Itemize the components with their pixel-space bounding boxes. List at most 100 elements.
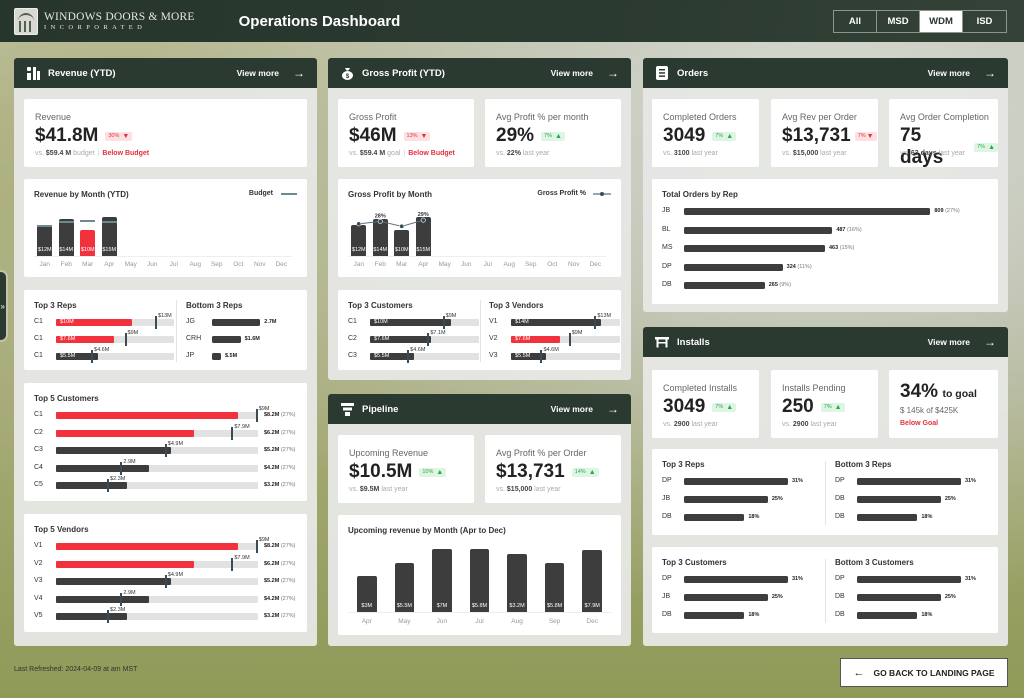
value-label: 31%: [964, 576, 976, 582]
bar: [212, 336, 241, 343]
bottom-reps-list: JG 2.7M CRH $1.6M JP $.5M: [186, 318, 301, 366]
back-to-landing-button[interactable]: ← GO BACK TO LANDING PAGE: [840, 658, 1008, 687]
month-label: May: [438, 261, 451, 268]
bar: [684, 514, 745, 521]
completed-installs-kpi-card: Completed Installs 3049 7% ▲ vs. 2900 las…: [652, 370, 759, 438]
row-label: DB: [835, 593, 845, 600]
percent-point: [420, 217, 426, 223]
revenue-panel: Revenue (YTD) View more → Revenue $41.8M…: [14, 58, 317, 646]
filter-all[interactable]: All: [834, 11, 877, 32]
arrow-right-icon[interactable]: →: [607, 66, 619, 80]
filter-isd[interactable]: ISD: [963, 11, 1006, 32]
top-customers-list: C1 $10M $9M C2 $7.6M $7.1M C3 $5.5M $4.6M: [348, 313, 479, 366]
value-label: 25%: [771, 496, 783, 502]
kpi-value: $10.5M: [349, 461, 413, 482]
bar: [684, 245, 825, 252]
row-label: DB: [662, 611, 672, 618]
bar: [857, 612, 918, 619]
arrow-right-icon[interactable]: →: [984, 66, 996, 80]
value-label: 2.7M: [264, 319, 277, 325]
bottom-reps-title: Bottom 3 Reps: [186, 301, 243, 310]
bar: [857, 594, 941, 601]
gross-profit-panel: $ Gross Profit (YTD) View more → Gross P…: [328, 58, 631, 380]
value-label: $8.2M (27%): [264, 412, 296, 418]
installs-view-more-link[interactable]: View more: [928, 337, 970, 347]
top-customers-list: DP 31% JB 25% DB 18%: [662, 575, 822, 629]
top-vendors-list: V1 $14M $13M V2 $7.6M $9M V3 $5.5M $4.6M: [489, 313, 620, 366]
company-logo[interactable]: WINDOWS DOORS & MORE INCORPORATED: [14, 6, 195, 36]
pipeline-panel-header: Pipeline View more →: [328, 394, 631, 424]
bar-track: $4.9M: [56, 572, 258, 588]
kpi-label: Revenue: [35, 112, 72, 122]
month-bar: $5.5M: [394, 562, 415, 612]
bar-fill: [56, 464, 150, 472]
revenue-view-more-link[interactable]: View more: [237, 68, 279, 78]
divider: [825, 461, 826, 525]
month-bar: $12M: [37, 224, 53, 256]
top-vendors-title: Top 5 Vendors: [34, 525, 89, 534]
bar-fill: $7.6M: [370, 336, 432, 343]
bottom-reps-list: DP 31% DB 25% DB 18%: [835, 477, 995, 531]
bar-value-label: $15M: [102, 247, 117, 253]
divider: [480, 300, 481, 362]
bar-track: $9M: [56, 537, 269, 553]
trend-badge: 10% ▲: [419, 467, 447, 477]
target-label: $13M: [157, 313, 172, 319]
gross-profit-view-more-link[interactable]: View more: [551, 68, 593, 78]
month-label: Feb: [60, 261, 72, 268]
row-label: DB: [835, 513, 845, 520]
value-label: 18%: [748, 514, 760, 520]
bar-track: $7.9M: [56, 555, 258, 571]
trend-badge: 7% ▲: [712, 402, 737, 412]
month-label: Jan: [353, 261, 364, 268]
status-text: Below Budget: [408, 150, 455, 157]
month-label: Jun: [461, 261, 472, 268]
triangle-down-icon: ▼: [420, 132, 428, 140]
installs-reps-card: Top 3 Reps DP 31% JB 25% DB 18% Bottom 3 Reps…: [652, 449, 998, 535]
orders-view-more-link[interactable]: View more: [928, 68, 970, 78]
row-label: C1: [348, 318, 357, 325]
value-label: $3.2M (27%): [264, 482, 296, 488]
target-marker: [255, 540, 258, 553]
bar-fill: [56, 578, 172, 585]
percent-point: [399, 223, 405, 229]
filter-msd[interactable]: MSD: [877, 11, 920, 32]
filter-wdm[interactable]: WDM: [920, 11, 963, 32]
upcoming-revenue-kpi-card: Upcoming Revenue $10.5M 10% ▲ vs. $9.5M l…: [338, 435, 474, 503]
gross-profit-by-month-card: Gross Profit by Month Gross Profit % $12…: [338, 179, 621, 277]
month-axis: Jan Feb Mar Apr May Jun Jul Aug Sep Oct Nov Dec: [34, 261, 292, 271]
sidebar-expand-handle[interactable]: »: [0, 270, 8, 342]
row-label: JB: [662, 495, 671, 502]
installs-panel-title: Installs: [677, 336, 710, 348]
row-label: JG: [186, 318, 195, 325]
value-label: $5.2M (27%): [264, 578, 296, 584]
target-label: $9M: [127, 330, 139, 336]
target-label: $9M: [445, 313, 457, 319]
row-label: DB: [835, 495, 845, 502]
target-label: $13M: [597, 313, 612, 319]
value-label: 809 (27%): [934, 208, 960, 214]
kpi-label: Upcoming Revenue: [349, 448, 429, 458]
chart-title: Total Orders by Rep: [662, 190, 738, 199]
bar-fill: [56, 429, 194, 437]
bar-value-label: $5.8M: [546, 603, 563, 609]
bar-value-label: $7M: [436, 603, 448, 609]
arrow-right-icon[interactable]: →: [984, 335, 996, 349]
percent-point: [377, 218, 383, 224]
value-label: 25%: [944, 496, 956, 502]
arrow-right-icon[interactable]: →: [293, 66, 305, 80]
gross-profit-panel-header: $ Gross Profit (YTD) View more →: [328, 58, 631, 88]
installs-pending-kpi-card: Installs Pending 250 7% ▲ vs. 2900 last y…: [771, 370, 878, 438]
bar-value-label: $12M: [37, 247, 52, 253]
value-label: $6.2M (27%): [264, 560, 296, 567]
arrow-right-icon[interactable]: →: [607, 402, 619, 416]
bar-value-label: $3M: [361, 603, 373, 609]
pipeline-view-more-link[interactable]: View more: [551, 404, 593, 414]
row-label: V1: [34, 542, 43, 549]
bar-fill: [56, 613, 128, 620]
row-label: C3: [348, 352, 357, 359]
target-label: $7.9M: [234, 554, 250, 561]
target-marker: [231, 426, 234, 440]
top-customers-title: Top 3 Customers: [662, 558, 727, 567]
top-reps-list: DP 31% JB 25% DB 18%: [662, 477, 822, 531]
